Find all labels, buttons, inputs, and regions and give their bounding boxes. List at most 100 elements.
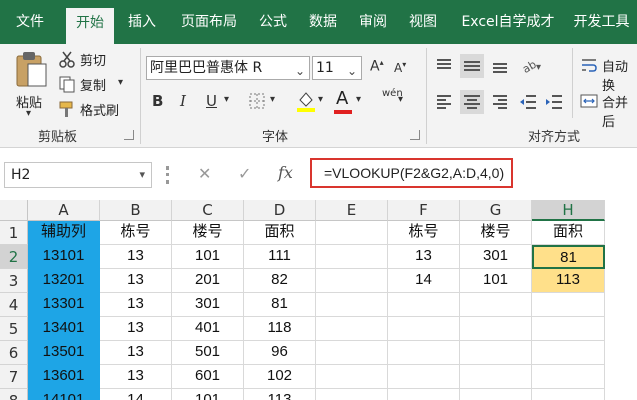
cell-c5[interactable]: 401 (172, 317, 244, 341)
select-all-corner[interactable] (0, 200, 28, 221)
align-bottom-icon[interactable] (490, 56, 510, 80)
clipboard-dialog-launcher-icon[interactable] (124, 130, 134, 140)
cell-a7[interactable]: 13601 (28, 365, 100, 389)
cell-h7[interactable] (532, 365, 605, 389)
cell-d3[interactable]: 82 (244, 269, 316, 293)
tab-home[interactable]: 开始 (66, 8, 114, 44)
cell-h5[interactable] (532, 317, 605, 341)
cell-c4[interactable]: 301 (172, 293, 244, 317)
tab-review[interactable]: 审阅 (350, 7, 396, 44)
cell-f1[interactable]: 栋号 (388, 221, 460, 245)
align-middle-icon[interactable] (460, 54, 484, 78)
bold-button[interactable]: B (152, 92, 163, 110)
merge-center-icon[interactable] (580, 92, 598, 114)
paste-icon[interactable] (14, 50, 48, 92)
fill-color-icon[interactable] (296, 90, 316, 116)
cell-e6[interactable] (316, 341, 388, 365)
format-painter-button[interactable]: 格式刷 (80, 100, 119, 119)
cell-b1[interactable]: 栋号 (100, 221, 172, 245)
tab-formulas[interactable]: 公式 (250, 7, 296, 44)
cell-d5[interactable]: 118 (244, 317, 316, 341)
chevron-down-icon[interactable]: ▾ (139, 163, 145, 187)
cancel-icon[interactable]: ✕ (198, 164, 211, 183)
cell-e3[interactable] (316, 269, 388, 293)
font-size-combo[interactable]: 11 ⌄ (312, 56, 362, 80)
column-header-d[interactable]: D (244, 200, 316, 221)
name-box[interactable]: H2 ▾ (4, 162, 152, 188)
column-header-b[interactable]: B (100, 200, 172, 221)
cell-b2[interactable]: 13 (100, 245, 172, 269)
cell-g4[interactable] (460, 293, 532, 317)
cell-f4[interactable] (388, 293, 460, 317)
cell-f3[interactable]: 14 (388, 269, 460, 293)
cell-c2[interactable]: 101 (172, 245, 244, 269)
cell-a8[interactable]: 14101 (28, 389, 100, 400)
align-center-icon[interactable] (460, 90, 484, 114)
tab-file[interactable]: 文件 (0, 7, 60, 44)
paste-dropdown-icon[interactable]: ▾ (26, 108, 31, 119)
cut-button[interactable]: 剪切 (80, 50, 106, 69)
cell-e4[interactable] (316, 293, 388, 317)
cell-e5[interactable] (316, 317, 388, 341)
wrap-text-icon[interactable] (580, 56, 598, 78)
copy-button[interactable]: 复制 (80, 75, 106, 94)
cell-b7[interactable]: 13 (100, 365, 172, 389)
tab-insert[interactable]: 插入 (118, 7, 166, 44)
chevron-down-icon[interactable]: ⌄ (347, 60, 357, 82)
formula-bar-grip-icon[interactable] (166, 166, 169, 184)
cell-h3[interactable]: 113 (532, 269, 605, 293)
row-header-7[interactable]: 7 (0, 365, 28, 389)
cell-d8[interactable]: 113 (244, 389, 316, 400)
cell-g2[interactable]: 301 (460, 245, 532, 269)
scissors-icon[interactable] (58, 50, 76, 72)
align-top-icon[interactable] (434, 56, 454, 80)
cell-e2[interactable] (316, 245, 388, 269)
decrease-indent-icon[interactable] (518, 92, 538, 116)
align-right-icon[interactable] (490, 92, 510, 116)
confirm-icon[interactable]: ✓ (238, 164, 251, 183)
cell-g7[interactable] (460, 365, 532, 389)
cell-b8[interactable]: 14 (100, 389, 172, 400)
align-left-icon[interactable] (434, 92, 454, 116)
column-header-h[interactable]: H (532, 200, 605, 221)
row-header-2[interactable]: 2 (0, 245, 28, 269)
column-header-e[interactable]: E (316, 200, 388, 221)
column-header-c[interactable]: C (172, 200, 244, 221)
font-color-icon[interactable]: A (336, 88, 348, 109)
format-painter-icon[interactable] (58, 100, 76, 122)
font-color-dropdown-icon[interactable]: ▾ (356, 94, 361, 105)
cell-f5[interactable] (388, 317, 460, 341)
cell-f8[interactable] (388, 389, 460, 400)
tab-view[interactable]: 视图 (400, 7, 446, 44)
insert-function-icon[interactable]: fx (278, 163, 293, 182)
tab-page-layout[interactable]: 页面布局 (170, 7, 248, 44)
cell-e8[interactable] (316, 389, 388, 400)
row-header-1[interactable]: 1 (0, 221, 28, 245)
underline-button[interactable]: U (206, 92, 217, 110)
underline-dropdown-icon[interactable]: ▾ (224, 94, 229, 105)
cell-d7[interactable]: 102 (244, 365, 316, 389)
cell-f7[interactable] (388, 365, 460, 389)
cell-b6[interactable]: 13 (100, 341, 172, 365)
cell-c8[interactable]: 101 (172, 389, 244, 400)
cell-e1[interactable] (316, 221, 388, 245)
column-header-f[interactable]: F (388, 200, 460, 221)
increase-font-icon[interactable]: A▴ (370, 58, 384, 75)
cell-c6[interactable]: 501 (172, 341, 244, 365)
cell-e7[interactable] (316, 365, 388, 389)
cell-g5[interactable] (460, 317, 532, 341)
tab-data[interactable]: 数据 (300, 7, 346, 44)
tab-developer[interactable]: 开发工具 (566, 7, 637, 44)
font-name-combo[interactable]: 阿里巴巴普惠体 R ⌄ (146, 56, 310, 80)
column-header-g[interactable]: G (460, 200, 532, 221)
cell-a3[interactable]: 13201 (28, 269, 100, 293)
phonetic-dropdown-icon[interactable]: ▾ (398, 94, 403, 105)
cell-a5[interactable]: 13401 (28, 317, 100, 341)
cell-h6[interactable] (532, 341, 605, 365)
tab-excel-self-study[interactable]: Excel自学成才 (452, 7, 564, 44)
cell-g8[interactable] (460, 389, 532, 400)
row-header-5[interactable]: 5 (0, 317, 28, 341)
cell-b4[interactable]: 13 (100, 293, 172, 317)
cell-g6[interactable] (460, 341, 532, 365)
increase-indent-icon[interactable] (544, 92, 564, 116)
